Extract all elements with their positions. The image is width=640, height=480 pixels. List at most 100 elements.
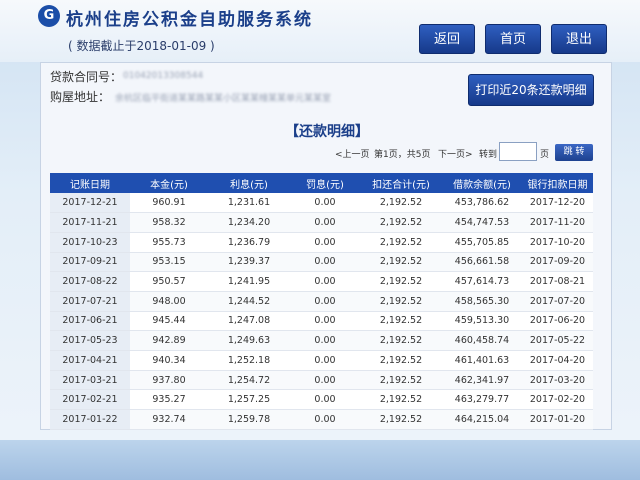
penalty-cell: 0.00 xyxy=(290,252,360,273)
interest-cell: 1,236.79 xyxy=(208,232,290,253)
footer-strip xyxy=(0,440,640,480)
address-value: 余杭区临平街道某某路某某小区某某幢某某单元某某室 xyxy=(115,94,332,104)
posting-date-cell: 2017-01-22 xyxy=(50,409,130,430)
total-deduction-cell: 2,192.52 xyxy=(360,271,442,292)
total-deduction-cell: 2,192.52 xyxy=(360,330,442,351)
penalty-cell: 0.00 xyxy=(290,389,360,411)
principal-cell: 958.32 xyxy=(130,212,208,233)
interest-cell: 1,234.20 xyxy=(208,212,290,233)
principal-cell: 942.89 xyxy=(130,330,208,351)
principal-cell: 948.00 xyxy=(130,291,208,312)
posting-date-cell: 2017-09-21 xyxy=(50,252,130,273)
page-number-input[interactable] xyxy=(499,142,537,161)
system-title: 杭州住房公积金自助服务系统 xyxy=(66,10,313,30)
bank-debit-date-cell: 2017-01-20 xyxy=(522,409,593,430)
penalty-cell: 0.00 xyxy=(290,311,360,332)
principal-cell: 932.74 xyxy=(130,409,208,430)
repayment-table: 记账日期 本金(元) 利息(元) 罚息(元) 扣还合计(元) 借款余额(元) 银… xyxy=(50,173,593,430)
bank-debit-date-cell: 2017-10-20 xyxy=(522,232,593,253)
loan-balance-cell: 464,215.04 xyxy=(442,409,522,430)
table-row: 2017-09-21 953.15 1,239.37 0.00 2,192.52 456,… xyxy=(50,252,593,273)
exit-button[interactable]: 退出 xyxy=(551,24,607,54)
table-row: 2017-08-22 950.57 1,241.95 0.00 2,192.52 457,… xyxy=(50,271,593,292)
column-header: 本金(元) xyxy=(130,173,208,193)
goto-suffix: 页 xyxy=(540,150,550,160)
contract-value: 01042013308544 xyxy=(123,71,204,81)
goto-prefix: 转到 xyxy=(479,150,498,160)
total-deduction-cell: 2,192.52 xyxy=(360,350,442,371)
app-header: G 杭州住房公积金自助服务系统 ( 数据截止于2018-01-09 ) 返回 首… xyxy=(0,0,640,62)
interest-cell: 1,257.25 xyxy=(208,389,290,411)
loan-balance-cell: 455,705.85 xyxy=(442,232,522,253)
bank-debit-date-cell: 2017-05-22 xyxy=(522,330,593,351)
loan-balance-cell: 453,786.62 xyxy=(442,193,522,214)
loan-balance-cell: 456,661.58 xyxy=(442,252,522,273)
posting-date-cell: 2017-06-21 xyxy=(50,311,130,332)
back-button[interactable]: 返回 xyxy=(419,24,475,54)
loan-balance-cell: 462,341.97 xyxy=(442,370,522,391)
column-header: 扣还合计(元) xyxy=(360,173,442,193)
loan-balance-cell: 459,513.30 xyxy=(442,311,522,332)
principal-cell: 940.34 xyxy=(130,350,208,371)
principal-cell: 935.27 xyxy=(130,389,208,411)
total-deduction-cell: 2,192.52 xyxy=(360,193,442,214)
bank-debit-date-cell: 2017-06-20 xyxy=(522,311,593,332)
total-deduction-cell: 2,192.52 xyxy=(360,409,442,430)
posting-date-cell: 2017-08-22 xyxy=(50,271,130,292)
address-label: 购屋地址： xyxy=(50,90,111,104)
bank-debit-date-cell: 2017-04-20 xyxy=(522,350,593,371)
table-header-row: 记账日期 本金(元) 利息(元) 罚息(元) 扣还合计(元) 借款余额(元) 银… xyxy=(50,173,593,193)
penalty-cell: 0.00 xyxy=(290,193,360,214)
principal-cell: 955.73 xyxy=(130,232,208,253)
total-deduction-cell: 2,192.52 xyxy=(360,232,442,253)
column-header: 借款余额(元) xyxy=(442,173,522,193)
table-row: 2017-05-23 942.89 1,249.63 0.00 2,192.52 460,… xyxy=(50,330,593,351)
table-row: 2017-12-21 960.91 1,231.61 0.00 2,192.52 453,… xyxy=(50,193,593,214)
interest-cell: 1,244.52 xyxy=(208,291,290,312)
bank-debit-date-cell: 2017-03-20 xyxy=(522,370,593,391)
next-page-link[interactable]: 下一页> xyxy=(438,147,473,160)
penalty-cell: 0.00 xyxy=(290,409,360,430)
loan-balance-cell: 460,458.74 xyxy=(442,330,522,351)
table-row: 2017-07-21 948.00 1,244.52 0.00 2,192.52 458,… xyxy=(50,291,593,312)
total-deduction-cell: 2,192.52 xyxy=(360,291,442,312)
table-row: 2017-04-21 940.34 1,252.18 0.00 2,192.52 461,… xyxy=(50,350,593,371)
total-deduction-cell: 2,192.52 xyxy=(360,370,442,391)
principal-cell: 950.57 xyxy=(130,271,208,292)
home-button[interactable]: 首页 xyxy=(485,24,541,54)
bank-debit-date-cell: 2017-08-21 xyxy=(522,271,593,292)
column-header: 利息(元) xyxy=(208,173,290,193)
principal-cell: 945.44 xyxy=(130,311,208,332)
column-header: 记账日期 xyxy=(50,173,130,193)
penalty-cell: 0.00 xyxy=(290,350,360,371)
bank-debit-date-cell: 2017-02-20 xyxy=(522,389,593,411)
table-row: 2017-06-21 945.44 1,247.08 0.00 2,192.52 459,… xyxy=(50,311,593,332)
penalty-cell: 0.00 xyxy=(290,330,360,351)
jump-button[interactable]: 跳 转 xyxy=(555,144,593,161)
total-deduction-cell: 2,192.52 xyxy=(360,311,442,332)
total-deduction-cell: 2,192.52 xyxy=(360,389,442,411)
posting-date-cell: 2017-12-21 xyxy=(50,193,130,214)
bank-debit-date-cell: 2017-09-20 xyxy=(522,252,593,273)
posting-date-cell: 2017-02-21 xyxy=(50,389,130,411)
posting-date-cell: 2017-03-21 xyxy=(50,370,130,391)
interest-cell: 1,249.63 xyxy=(208,330,290,351)
table-row: 2017-10-23 955.73 1,236.79 0.00 2,192.52 455,… xyxy=(50,232,593,253)
posting-date-cell: 2017-07-21 xyxy=(50,291,130,312)
loan-balance-cell: 461,401.63 xyxy=(442,350,522,371)
penalty-cell: 0.00 xyxy=(290,370,360,391)
repayment-panel: 贷款合同号： 01042013308544 购屋地址： 余杭区临平街道某某路某某… xyxy=(40,62,612,430)
principal-cell: 937.80 xyxy=(130,370,208,391)
prev-page-link[interactable]: <上一页 xyxy=(335,147,370,160)
contract-label: 贷款合同号： xyxy=(50,70,123,84)
section-title: 【还款明细】 xyxy=(285,124,369,140)
principal-cell: 953.15 xyxy=(130,252,208,273)
data-cutoff-note: ( 数据截止于2018-01-09 ) xyxy=(68,39,215,53)
loan-balance-cell: 457,614.73 xyxy=(442,271,522,292)
print-recent-20-button[interactable]: 打印近20条还款明细 xyxy=(468,74,594,106)
posting-date-cell: 2017-10-23 xyxy=(50,232,130,253)
interest-cell: 1,252.18 xyxy=(208,350,290,371)
loan-balance-cell: 463,279.77 xyxy=(442,389,522,411)
column-header: 罚息(元) xyxy=(290,173,360,193)
principal-cell: 960.91 xyxy=(130,193,208,214)
